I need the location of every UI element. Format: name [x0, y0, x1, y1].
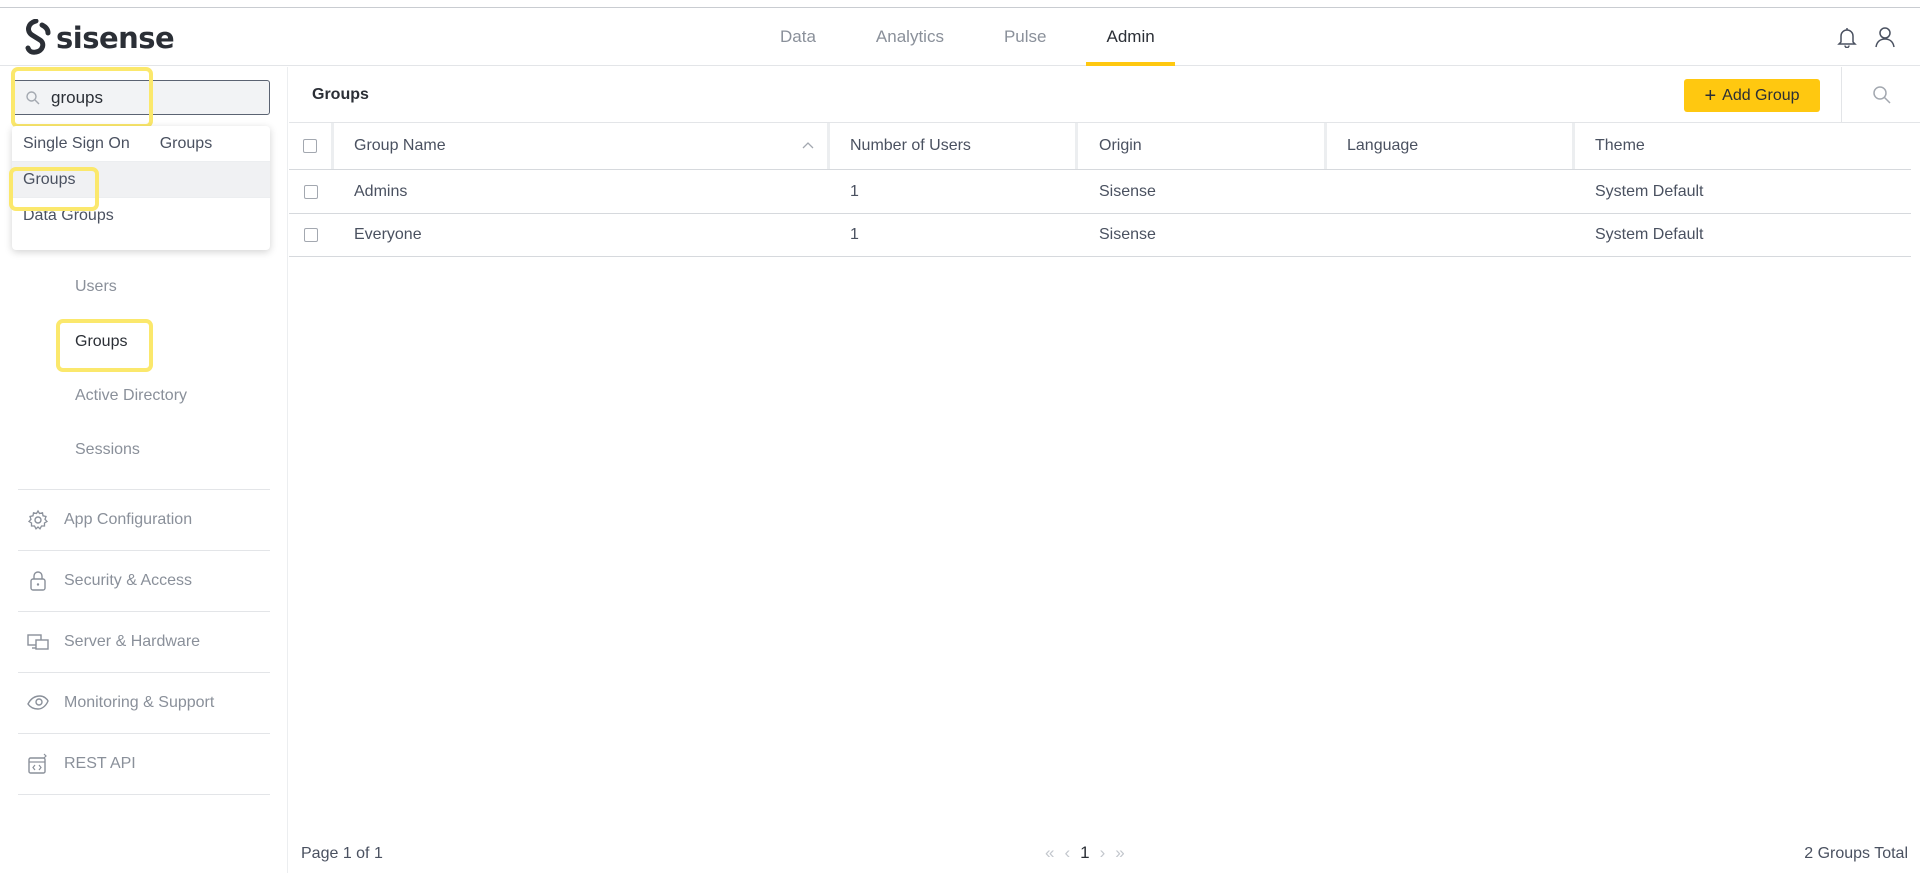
search-result-label: Groups — [23, 170, 76, 188]
sidebar-section-security-access[interactable]: Security & Access — [18, 550, 270, 611]
sidebar-item-sessions[interactable]: Sessions — [75, 441, 140, 459]
select-all-checkbox[interactable] — [303, 139, 317, 153]
last-page-icon[interactable]: » — [1115, 843, 1124, 863]
cell-theme: System Default — [1595, 226, 1704, 243]
sidebar-divider — [18, 794, 270, 795]
section-label: Monitoring & Support — [64, 694, 215, 711]
column-header-number-of-users[interactable]: Number of Users — [850, 123, 971, 169]
tab-admin[interactable]: Admin — [1086, 8, 1175, 66]
pagination: « ‹ 1 › » — [1045, 843, 1125, 863]
search-result-groups[interactable]: Groups — [12, 162, 270, 198]
sisense-logo[interactable]: sisense — [22, 18, 175, 58]
search-results-dropdown: Single Sign On Groups Groups Data Groups — [12, 126, 270, 250]
tab-pulse[interactable]: Pulse — [984, 8, 1067, 66]
add-group-label: Add Group — [1722, 86, 1800, 104]
sidebar-section-server-hardware[interactable]: Server & Hardware — [18, 611, 270, 672]
sidebar-item-users[interactable]: Users — [75, 278, 117, 296]
sidebar-search[interactable] — [12, 80, 270, 115]
sidebar-section-rest-api[interactable]: REST API — [18, 733, 270, 794]
api-icon — [28, 753, 47, 774]
cell-origin: Sisense — [1099, 183, 1156, 200]
sidebar-item-active-directory[interactable]: Active Directory — [75, 387, 187, 405]
column-header-origin[interactable]: Origin — [1099, 123, 1142, 169]
sidebar-item-groups[interactable]: Groups — [75, 333, 127, 351]
search-icon — [26, 90, 40, 104]
cell-theme: System Default — [1595, 183, 1704, 200]
search-result-label: Data Groups — [23, 207, 114, 224]
tab-analytics[interactable]: Analytics — [856, 8, 964, 66]
column-label: Group Name — [354, 137, 446, 154]
main-nav: Data Analytics Pulse Admin — [750, 8, 1185, 66]
column-header-language[interactable]: Language — [1347, 123, 1418, 169]
column-header-group-name[interactable]: Group Name — [354, 123, 814, 169]
main-content: Groups + Add Group Group Name Number of … — [289, 67, 1920, 873]
row-checkbox[interactable] — [304, 228, 318, 242]
sidebar-section-monitoring-support[interactable]: Monitoring & Support — [18, 672, 270, 733]
column-separator — [331, 123, 334, 169]
search-result-data-groups[interactable]: Data Groups — [12, 198, 270, 234]
column-separator — [1572, 123, 1575, 169]
toolbar-divider — [1841, 67, 1842, 123]
section-label: Server & Hardware — [64, 633, 201, 650]
search-result-sso[interactable]: Single Sign On Groups — [12, 126, 270, 162]
page-toolbar: Groups + Add Group — [289, 67, 1920, 123]
select-all-cell — [303, 123, 317, 169]
cell-number-of-users: 1 — [850, 183, 859, 200]
table-row[interactable]: Admins 1 Sisense System Default — [289, 171, 1911, 214]
column-separator — [1075, 123, 1078, 169]
column-separator — [1324, 123, 1327, 169]
sort-ascending-icon[interactable] — [802, 141, 814, 149]
app-header: sisense Data Analytics Pulse Admin — [0, 8, 1920, 66]
sisense-logo-icon — [25, 19, 51, 55]
admin-sidebar: Single Sign On Groups Groups Data Groups… — [0, 67, 288, 873]
section-label: Security & Access — [64, 572, 193, 589]
add-group-button[interactable]: + Add Group — [1684, 79, 1820, 112]
row-select-cell — [304, 171, 318, 213]
tab-data[interactable]: Data — [760, 8, 836, 66]
row-select-cell — [304, 214, 318, 256]
sidebar-search-input[interactable] — [51, 87, 251, 108]
table-header: Group Name Number of Users Origin Langua… — [289, 123, 1911, 170]
server-icon — [27, 634, 49, 650]
row-checkbox[interactable] — [304, 185, 318, 199]
prev-page-icon[interactable]: ‹ — [1064, 843, 1070, 863]
search-icon[interactable] — [1872, 85, 1892, 105]
search-result-label: Single Sign On — [23, 134, 130, 152]
cell-number-of-users: 1 — [850, 226, 859, 243]
search-result-sub: Groups — [159, 134, 213, 152]
gear-icon — [27, 509, 49, 530]
cell-origin: Sisense — [1099, 226, 1156, 243]
header-icons — [1836, 26, 1896, 49]
total-count: 2 Groups Total — [1804, 845, 1908, 862]
page-title: Groups — [312, 86, 369, 103]
cell-group-name[interactable]: Everyone — [354, 214, 422, 256]
current-page[interactable]: 1 — [1080, 843, 1089, 863]
plus-icon: + — [1704, 84, 1717, 107]
section-label: App Configuration — [64, 511, 193, 528]
table-row[interactable]: Everyone 1 Sisense System Default — [289, 214, 1911, 257]
next-page-icon[interactable]: › — [1100, 843, 1106, 863]
section-label: REST API — [64, 755, 136, 772]
column-separator — [827, 123, 830, 169]
lock-icon — [30, 571, 46, 591]
bell-icon[interactable] — [1836, 26, 1858, 49]
column-header-theme[interactable]: Theme — [1595, 123, 1645, 169]
user-icon[interactable] — [1874, 26, 1896, 48]
first-page-icon[interactable]: « — [1045, 843, 1054, 863]
sidebar-section-app-configuration[interactable]: App Configuration — [18, 489, 270, 550]
brand-name: sisense — [56, 21, 175, 55]
cell-group-name[interactable]: Admins — [354, 171, 407, 213]
eye-icon — [27, 695, 49, 710]
page-info: Page 1 of 1 — [301, 845, 383, 862]
